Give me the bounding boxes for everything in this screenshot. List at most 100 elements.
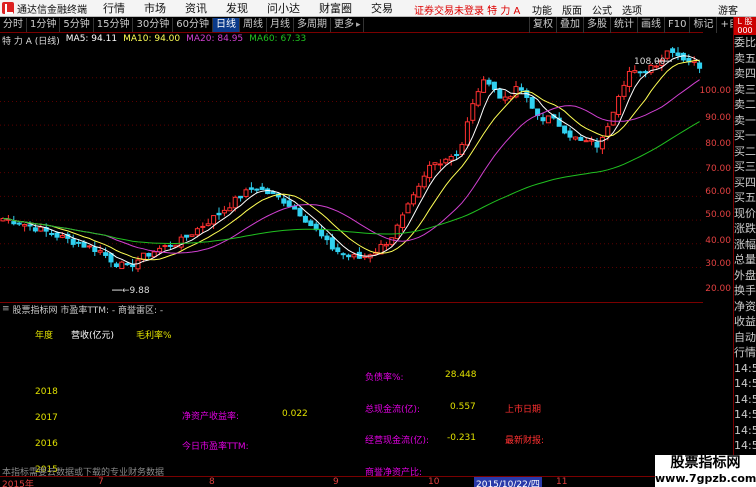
- menu-wealth[interactable]: 财富圈: [319, 0, 352, 16]
- login-status: 证券交易未登录 特 力 A: [414, 6, 521, 17]
- candlestick-chart[interactable]: 108.00 ←9.88: [0, 34, 703, 300]
- candle-body: [454, 154, 460, 157]
- tool-stats[interactable]: 统计: [610, 17, 637, 33]
- period-tab[interactable]: 5分钟: [60, 17, 94, 32]
- candle-body: [594, 141, 600, 148]
- ma5-line: [2, 55, 700, 265]
- candle-body: [351, 254, 357, 258]
- candle-body: [675, 52, 681, 57]
- candle-body: [270, 191, 276, 195]
- menu-news[interactable]: 资讯: [185, 0, 207, 16]
- period-tab[interactable]: 60分钟: [173, 17, 213, 32]
- menu-trade[interactable]: 交易: [371, 0, 393, 16]
- candle-body: [410, 194, 416, 205]
- tool-multi[interactable]: 多股: [583, 17, 610, 33]
- period-tab[interactable]: 多周期: [294, 17, 331, 32]
- candle-body: [529, 96, 535, 109]
- period-tab[interactable]: 15分钟: [94, 17, 134, 32]
- candle-body: [432, 162, 438, 166]
- candle-body: [76, 241, 82, 244]
- price-tick: 30.00: [705, 259, 731, 269]
- candle-body: [470, 103, 476, 121]
- candle-body: [162, 245, 168, 248]
- menu-function[interactable]: 功能: [532, 2, 552, 17]
- sidebar-item: 卖一: [734, 113, 756, 127]
- sidebar-item: 14:50: [734, 408, 756, 421]
- candle-body: [200, 225, 206, 228]
- candle-body: [265, 188, 271, 195]
- candle-body: [308, 220, 314, 227]
- price-tick: 100.00: [699, 86, 732, 96]
- candle-body: [329, 237, 335, 250]
- date-cursor: 2015/10/22/四: [474, 477, 542, 487]
- tool-f10[interactable]: F10: [664, 17, 689, 33]
- period-tab[interactable]: 30分钟: [133, 17, 174, 32]
- candle-body: [578, 136, 584, 141]
- sidebar-item: 14:50: [734, 377, 756, 390]
- chart-header: 特 力 A (日线) MA5: 94.11 MA10: 94.00 MA20: …: [2, 34, 312, 47]
- menu-ask[interactable]: 问小达: [267, 0, 300, 16]
- candle-body: [211, 215, 217, 225]
- date-tick: 8: [209, 477, 215, 487]
- tool-draw[interactable]: 画线: [637, 17, 664, 33]
- sidebar-item: 卖三: [734, 82, 756, 96]
- candle-body: [583, 140, 589, 143]
- period-tab-more[interactable]: 更多 ▸: [331, 17, 365, 32]
- price-tick: 50.00: [705, 210, 731, 220]
- period-tab[interactable]: 周线: [240, 17, 267, 32]
- menu-formula[interactable]: 公式: [592, 2, 612, 17]
- ma20-value: MA20: 84.95: [186, 34, 244, 44]
- candle-body: [443, 158, 449, 164]
- candle-body: [589, 139, 595, 142]
- period-tab[interactable]: 月线: [267, 17, 294, 32]
- year-label: 2016: [35, 439, 58, 449]
- tool-mark[interactable]: 标记: [689, 17, 716, 33]
- sidebar-item: 买三: [734, 160, 756, 173]
- pe-today-label: 今日市盈率TTM:: [182, 442, 249, 452]
- candle-body: [502, 96, 508, 101]
- period-tab[interactable]: 分时: [0, 17, 27, 32]
- menu-discover[interactable]: 发现: [226, 0, 248, 16]
- date-axis: 2015年 7 8 9 10 2015/10/22/四 11 12: [0, 476, 703, 487]
- latest-report-label: 最新财报:: [505, 436, 545, 446]
- site-watermark: 股票指标网 www.7gpzb.com: [655, 455, 756, 487]
- more-label: 更多: [333, 18, 354, 30]
- candle-body: [167, 244, 173, 247]
- ma10-value: MA10: 94.00: [123, 34, 181, 44]
- candle-body: [394, 224, 400, 240]
- date-tick: 9: [333, 477, 339, 487]
- menu-market[interactable]: 市场: [144, 0, 166, 16]
- candle-body: [643, 71, 649, 74]
- op-cash-label: 经营现金流(亿):: [365, 436, 430, 446]
- candle-body: [254, 188, 260, 191]
- candle-body: [97, 250, 103, 253]
- col-revenue: 营收(亿元): [71, 331, 115, 341]
- sidebar-item: 涨跌: [734, 222, 756, 235]
- candle-body: [383, 244, 389, 247]
- cash-value: 0.557: [450, 402, 476, 412]
- candle-body: [54, 232, 60, 238]
- guest-user[interactable]: 游客: [718, 2, 738, 17]
- menu-options[interactable]: 选项: [622, 2, 642, 17]
- sidebar-item: 收益: [734, 315, 756, 328]
- candle-body: [605, 126, 611, 137]
- period-tab-active[interactable]: 日线: [212, 17, 240, 32]
- candle-body: [119, 261, 125, 270]
- candle-body: [475, 91, 481, 106]
- app-logo-icon: [2, 2, 14, 14]
- menu-layout[interactable]: 版面: [562, 2, 582, 17]
- candle-body: [621, 84, 627, 97]
- menu-icon[interactable]: ≡: [2, 304, 10, 314]
- candle-body: [599, 136, 605, 150]
- annotations: 108.00 ←9.88: [112, 57, 672, 296]
- candle-body: [297, 207, 303, 217]
- candle-body: [670, 48, 676, 53]
- menu-quotes[interactable]: 行情: [103, 0, 125, 16]
- candle-body: [243, 189, 249, 197]
- stock-label: 特 力 A (日线): [2, 37, 60, 47]
- tool-adjust[interactable]: 复权: [529, 17, 556, 33]
- period-tab[interactable]: 1分钟: [27, 17, 61, 32]
- indicator-panel: 年度 营收(亿元) 毛利率% 2018 2017 2016 2015 净资产收益…: [0, 316, 703, 478]
- sidebar-item: 卖二: [734, 98, 756, 111]
- tool-overlay[interactable]: 叠加: [556, 17, 583, 33]
